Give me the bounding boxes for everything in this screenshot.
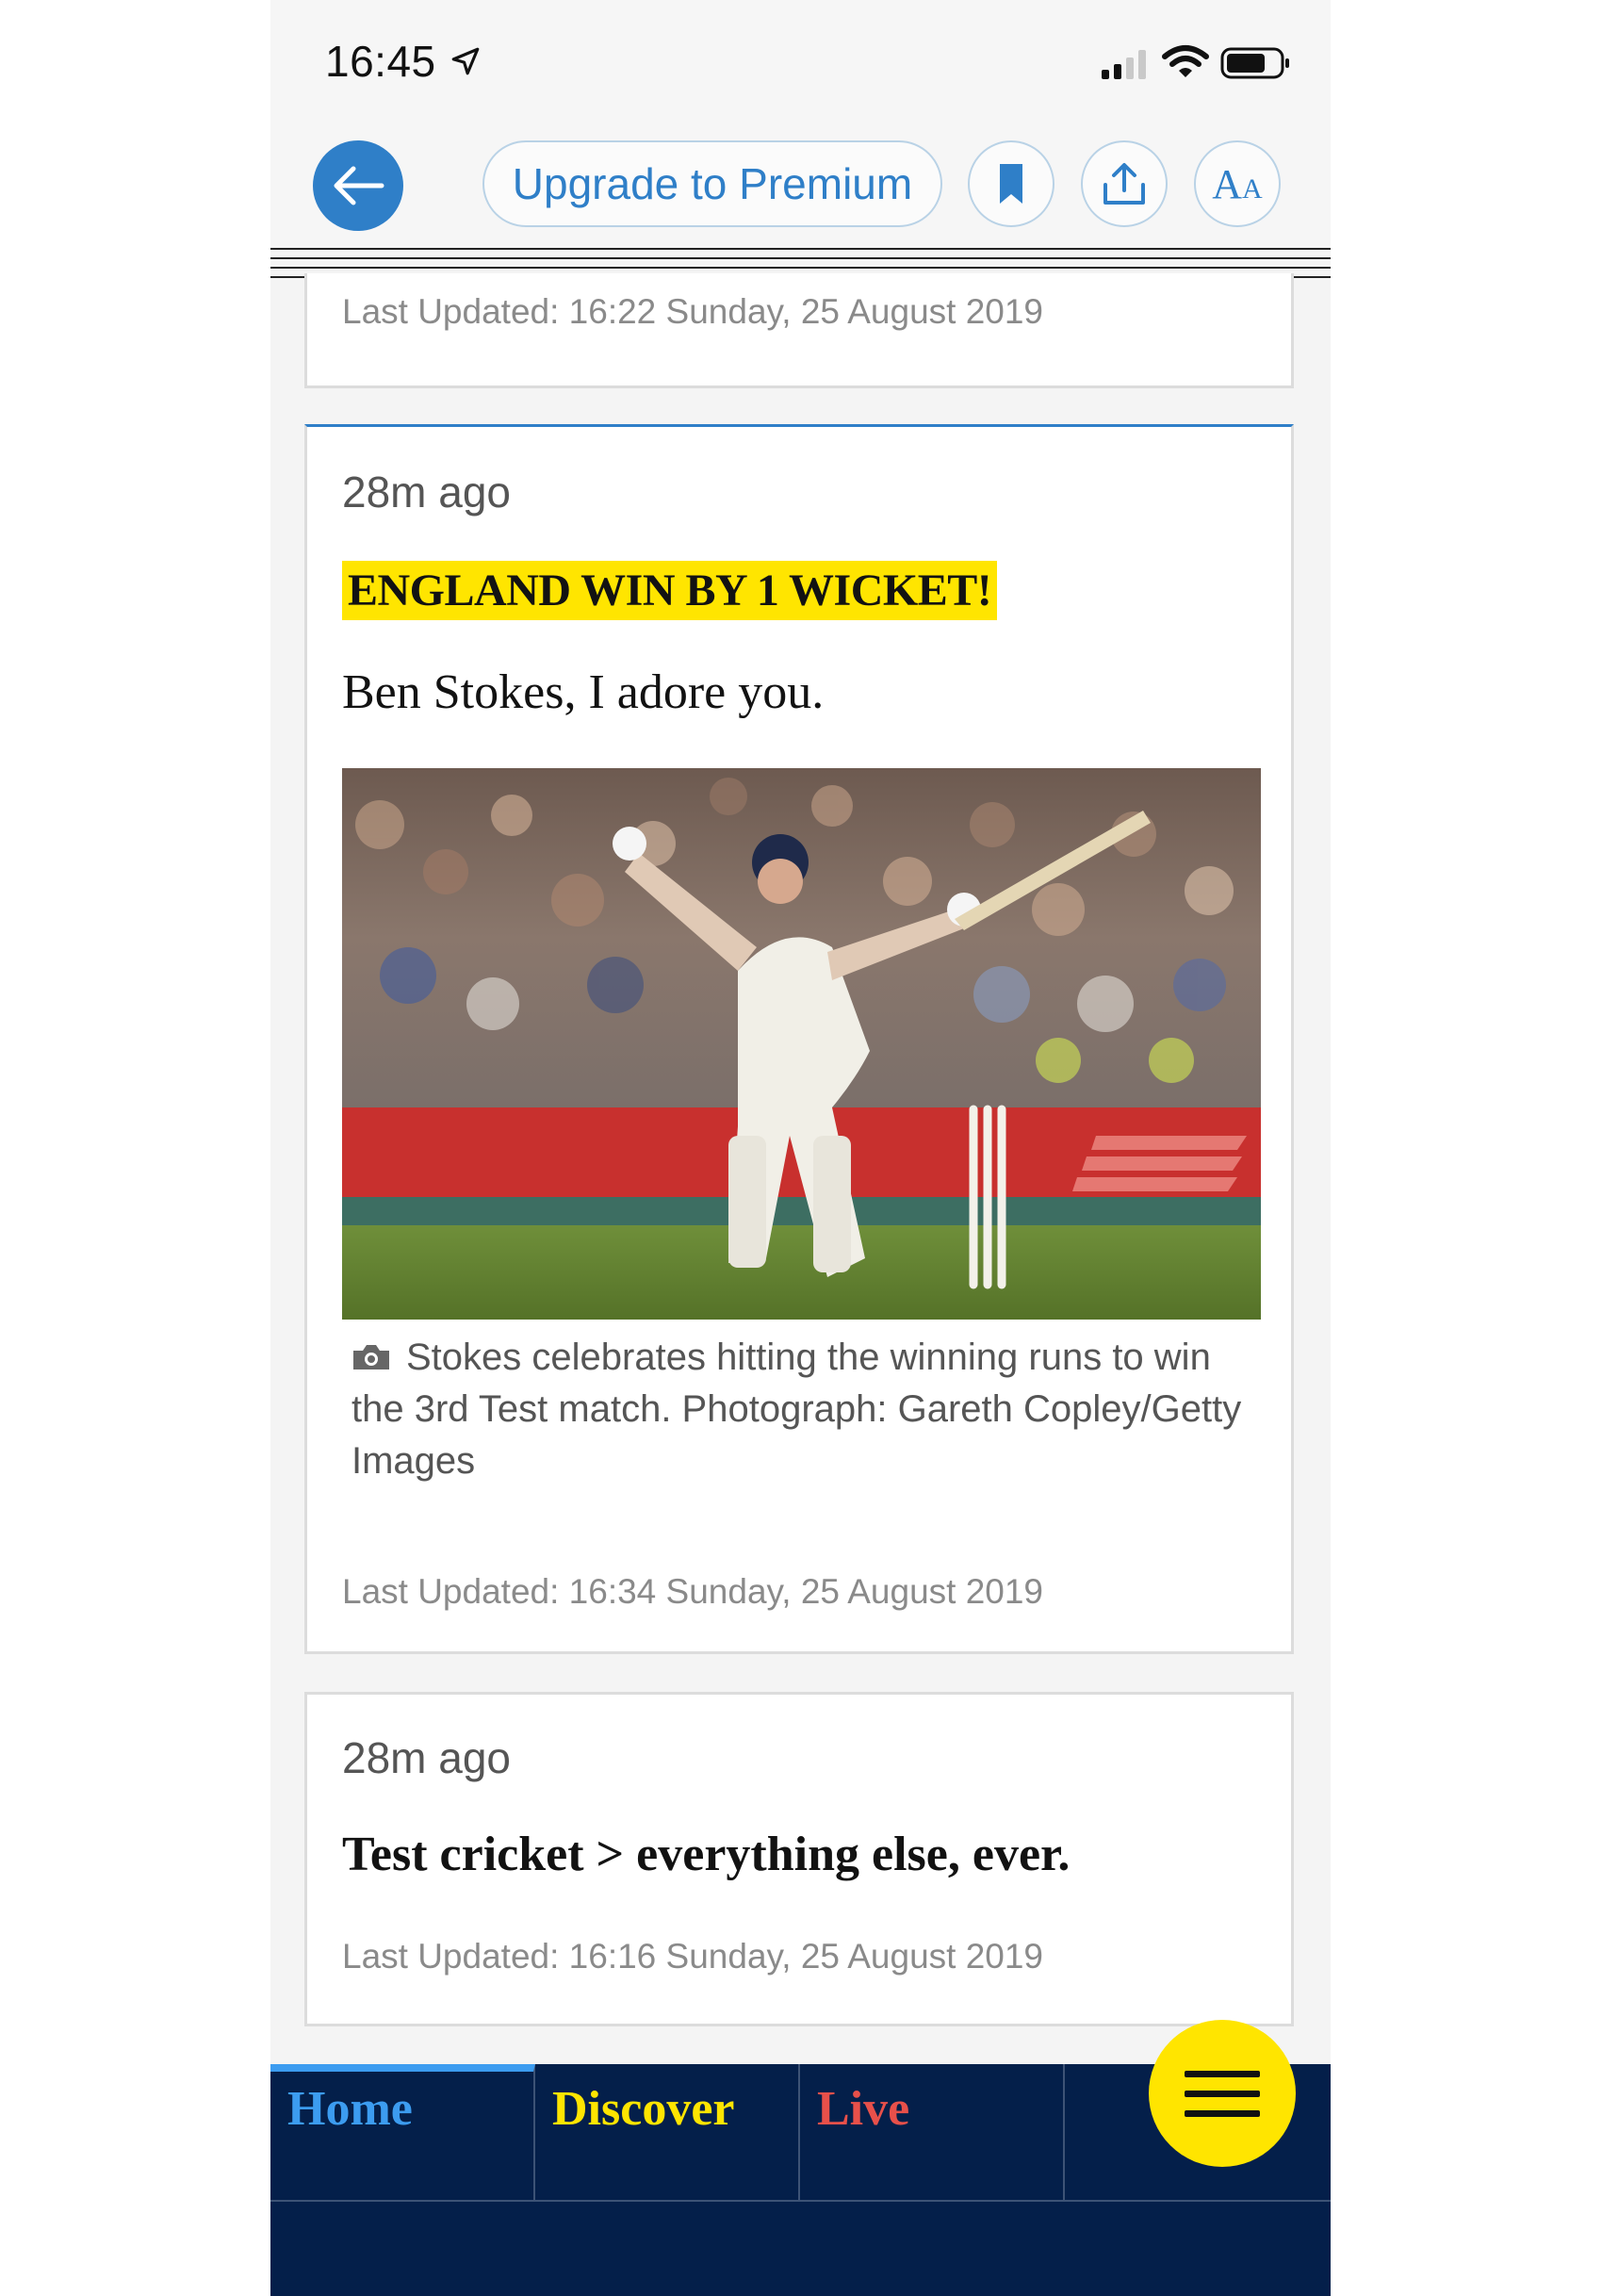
post-age: 28m ago	[342, 467, 512, 517]
liveblog-card-3: 28m ago Test cricket > everything else, …	[304, 1692, 1294, 2026]
battery-icon	[1220, 47, 1289, 79]
wifi-icon	[1162, 45, 1209, 77]
nav-tab-discover[interactable]: Discover	[535, 2064, 800, 2202]
liveblog-card-1: Last Updated: 16:22 Sunday, 25 August 20…	[304, 273, 1294, 388]
location-arrow-icon	[451, 47, 480, 75]
celebration-photo-graphic	[342, 768, 1261, 1320]
highlighted-headline: ENGLAND WIN BY 1 WICKET!	[342, 561, 998, 620]
post-body-text: Ben Stokes, I adore you.	[342, 665, 825, 719]
post-age: 28m ago	[342, 1733, 512, 1782]
back-button[interactable]	[313, 140, 403, 231]
menu-icon-line	[1185, 2090, 1260, 2097]
menu-icon-line	[1185, 2070, 1260, 2077]
signal-icon	[1102, 50, 1146, 79]
photo-caption-text: Stokes celebrates hitting the winning ru…	[351, 1337, 1242, 1482]
bookmark-icon	[1000, 164, 1022, 204]
status-bar: 16:45	[270, 0, 1331, 127]
phone-screen: 16:45 Upgrade to Premium AA Last Updated…	[270, 0, 1331, 2296]
liveblog-card-2: 28m ago ENGLAND WIN BY 1 WICKET! Ben Sto…	[304, 424, 1294, 1654]
last-updated-text: Last Updated: 16:16 Sunday, 25 August 20…	[342, 1937, 1044, 1976]
text-size-big-letter: A	[1212, 160, 1243, 207]
nav-tab-live[interactable]: Live	[800, 2064, 1065, 2202]
article-toolbar: Upgrade to Premium AA	[270, 127, 1331, 250]
text-size-button[interactable]: AA	[1194, 140, 1281, 227]
share-button[interactable]	[1081, 140, 1168, 227]
menu-icon-line	[1185, 2109, 1260, 2117]
bookmark-button[interactable]	[968, 140, 1054, 227]
text-size-small-letter: A	[1242, 172, 1263, 205]
text-size-icon: AA	[1212, 160, 1262, 208]
status-time: 16:45	[325, 37, 436, 86]
photo-caption: Stokes celebrates hitting the winning ru…	[351, 1332, 1256, 1487]
camera-icon	[353, 1345, 389, 1369]
upgrade-premium-button[interactable]: Upgrade to Premium	[482, 140, 942, 227]
post-body-text: Test cricket > everything else, ever.	[342, 1828, 1071, 1881]
nav-tab-home[interactable]: Home	[270, 2064, 535, 2202]
back-arrow-icon	[334, 166, 384, 205]
last-updated-text: Last Updated: 16:34 Sunday, 25 August 20…	[342, 1572, 1044, 1611]
article-photo[interactable]	[342, 768, 1261, 1320]
share-icon	[1103, 163, 1145, 205]
menu-button[interactable]	[1149, 2020, 1296, 2167]
last-updated-text: Last Updated: 16:22 Sunday, 25 August 20…	[342, 292, 1044, 331]
